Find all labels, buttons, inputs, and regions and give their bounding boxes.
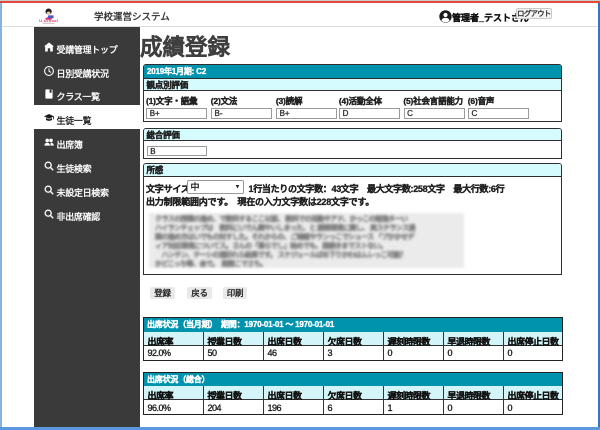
svg-text:U-school: U-school	[39, 18, 58, 23]
